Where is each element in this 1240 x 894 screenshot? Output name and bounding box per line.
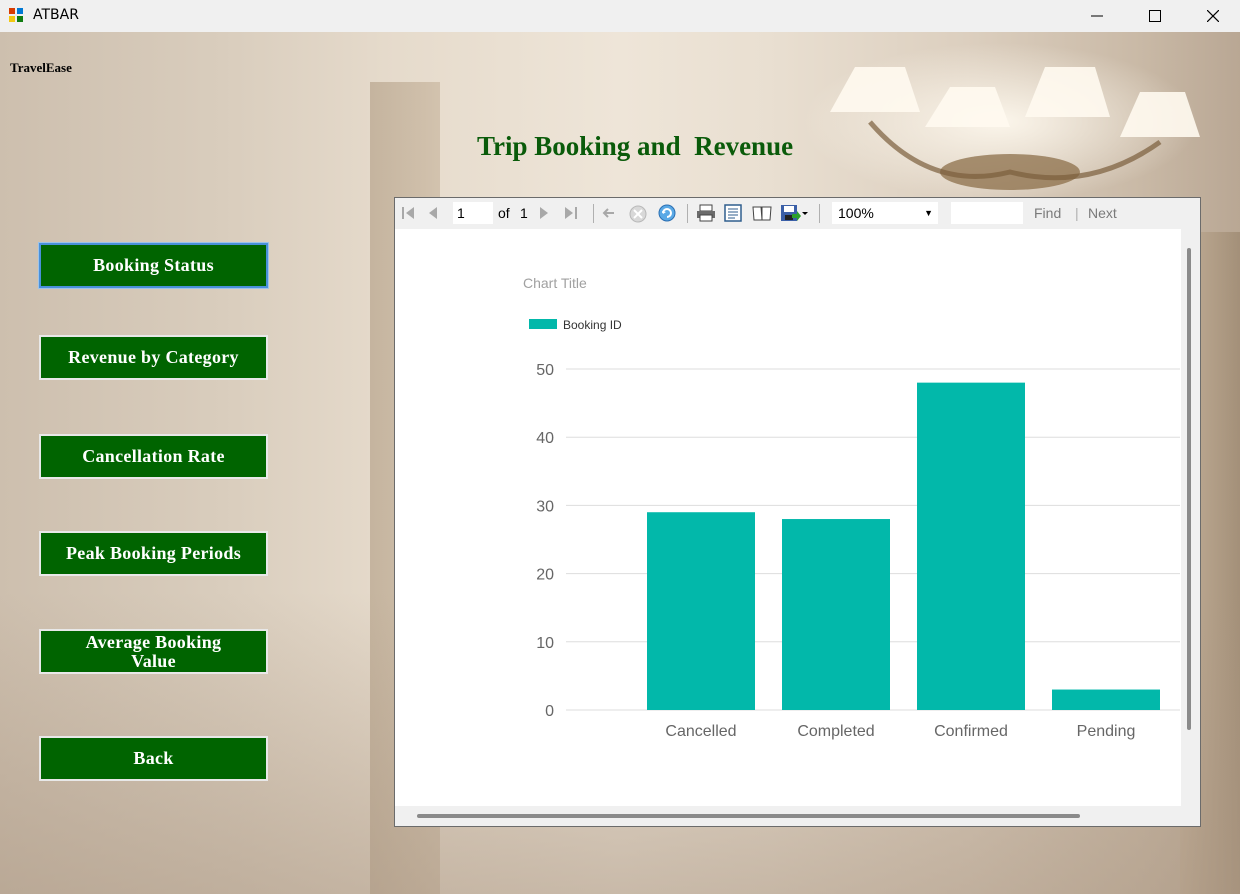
legend-label: Booking ID bbox=[563, 318, 622, 332]
chart-title: Chart Title bbox=[523, 275, 587, 291]
last-page-icon[interactable] bbox=[564, 205, 578, 221]
page-title: Trip Booking and Revenue bbox=[477, 131, 794, 161]
report-page: Chart Title Booking ID 0 10 20 30 40 50 Cancelle… bbox=[396, 229, 1181, 806]
first-page-icon[interactable] bbox=[401, 205, 415, 221]
bar-completed bbox=[782, 519, 890, 710]
report-toolbar: 1 of 1 100% ▼ Find | Next bbox=[395, 198, 1200, 229]
y-tick-label: 50 bbox=[536, 362, 554, 379]
page-number-input[interactable]: 1 bbox=[453, 202, 493, 224]
horizontal-scrollbar[interactable] bbox=[417, 814, 1080, 818]
brand-label: TravelEase bbox=[10, 60, 72, 75]
chandelier-image bbox=[830, 67, 1200, 190]
y-tick-label: 40 bbox=[536, 430, 554, 447]
next-link[interactable]: Next bbox=[1088, 205, 1117, 221]
minimize-button[interactable] bbox=[1068, 0, 1126, 32]
back-button[interactable]: Back bbox=[39, 736, 268, 781]
refresh-icon[interactable] bbox=[658, 204, 676, 222]
bar-confirmed bbox=[917, 382, 1025, 710]
vertical-scrollbar[interactable] bbox=[1187, 248, 1191, 730]
chevron-down-icon: ▼ bbox=[924, 208, 933, 218]
bar-pending bbox=[1052, 689, 1160, 710]
total-pages-label: 1 bbox=[520, 205, 528, 221]
stop-icon[interactable] bbox=[629, 205, 647, 223]
previous-page-icon[interactable] bbox=[427, 205, 439, 221]
x-tick-label: Completed bbox=[797, 723, 874, 740]
close-button[interactable] bbox=[1184, 0, 1240, 32]
close-icon bbox=[1207, 10, 1219, 22]
peak-booking-periods-button[interactable]: Peak Booking Periods bbox=[39, 531, 268, 576]
find-link[interactable]: Find bbox=[1034, 205, 1061, 221]
of-label: of bbox=[498, 205, 510, 221]
zoom-value: 100% bbox=[838, 205, 874, 221]
maximize-icon bbox=[1149, 10, 1161, 22]
find-input[interactable] bbox=[951, 202, 1023, 224]
zoom-select[interactable]: 100% ▼ bbox=[832, 202, 938, 224]
booking-status-chart: Chart Title Booking ID 0 10 20 30 40 50 Cancelle… bbox=[523, 275, 1180, 740]
y-tick-label: 20 bbox=[536, 567, 554, 584]
booking-status-button[interactable]: Booking Status bbox=[38, 242, 269, 289]
revenue-by-category-button[interactable]: Revenue by Category bbox=[39, 335, 268, 380]
next-page-icon[interactable] bbox=[538, 205, 550, 221]
maximize-button[interactable] bbox=[1126, 0, 1184, 32]
x-tick-label: Cancelled bbox=[665, 723, 736, 740]
page-setup-icon[interactable] bbox=[752, 204, 772, 222]
back-arrow-icon[interactable] bbox=[602, 205, 616, 221]
report-viewer: 1 of 1 100% ▼ Find | Next Chart Title Boo… bbox=[394, 197, 1201, 827]
window-title: ATBAR bbox=[33, 7, 79, 23]
y-tick-label: 0 bbox=[545, 703, 554, 720]
print-icon[interactable] bbox=[696, 204, 716, 222]
export-icon[interactable] bbox=[780, 204, 808, 222]
print-layout-icon[interactable] bbox=[724, 204, 742, 222]
cancellation-rate-button[interactable]: Cancellation Rate bbox=[39, 434, 268, 479]
average-booking-value-button[interactable]: Average Booking Value bbox=[39, 629, 268, 674]
y-tick-label: 10 bbox=[536, 635, 554, 652]
app-icon bbox=[9, 8, 23, 22]
minimize-icon bbox=[1091, 15, 1103, 17]
bar-cancelled bbox=[647, 512, 755, 710]
window-titlebar: ATBAR bbox=[0, 0, 1240, 32]
x-tick-label: Confirmed bbox=[934, 723, 1008, 740]
y-tick-label: 30 bbox=[536, 498, 554, 515]
find-separator: | bbox=[1075, 205, 1079, 221]
legend-swatch bbox=[529, 319, 557, 329]
x-tick-label: Pending bbox=[1077, 723, 1136, 740]
